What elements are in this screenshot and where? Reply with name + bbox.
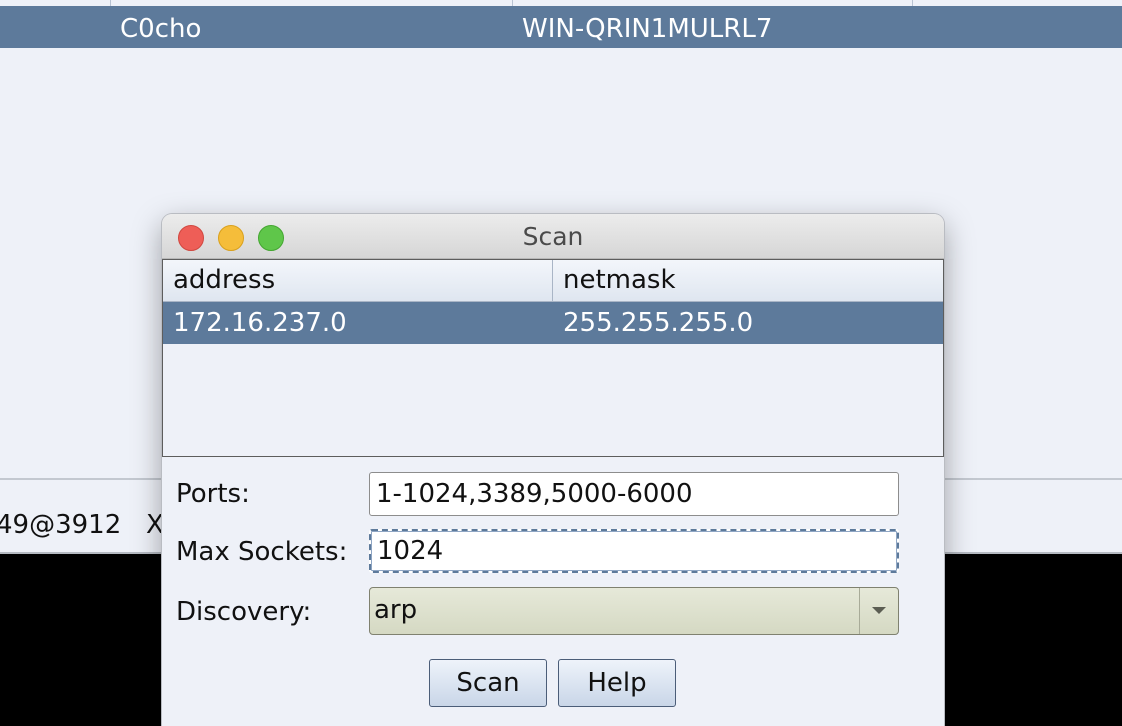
chevron-down-icon — [872, 607, 886, 614]
network-table: address netmask 172.16.237.0 255.255.255… — [162, 259, 944, 457]
cell-address: 172.16.237.0 — [173, 308, 347, 338]
discovery-value: arp — [374, 595, 418, 625]
cell-netmask: 255.255.255.0 — [563, 308, 754, 338]
help-button[interactable]: Help — [558, 659, 676, 707]
ports-input[interactable] — [369, 472, 899, 516]
ports-label: Ports: — [176, 479, 250, 509]
table-row[interactable]: 172.16.237.0 255.255.255.0 — [163, 302, 943, 344]
column-header-netmask[interactable]: netmask — [553, 260, 943, 301]
chevron-down-icon[interactable] — [859, 588, 898, 634]
tab-label[interactable]: 49@3912 — [0, 510, 121, 540]
discovery-select[interactable]: arp — [369, 587, 899, 635]
scan-button[interactable]: Scan — [429, 659, 547, 707]
scan-dialog: Scan address netmask 172.16.237.0 255.25… — [162, 214, 944, 726]
discovery-label: Discovery: — [176, 597, 312, 627]
max-sockets-input[interactable] — [369, 529, 899, 573]
dialog-titlebar[interactable]: Scan — [162, 214, 944, 259]
dialog-title: Scan — [522, 222, 584, 251]
column-header-address[interactable]: address — [163, 260, 553, 301]
table-header: address netmask — [163, 260, 943, 302]
row-computer: WIN-QRIN1MULRL7 — [522, 14, 773, 44]
background-selected-row[interactable]: C0cho WIN-QRIN1MULRL7 — [0, 6, 1122, 48]
max-sockets-label: Max Sockets: — [176, 537, 348, 567]
row-user: C0cho — [120, 14, 202, 44]
